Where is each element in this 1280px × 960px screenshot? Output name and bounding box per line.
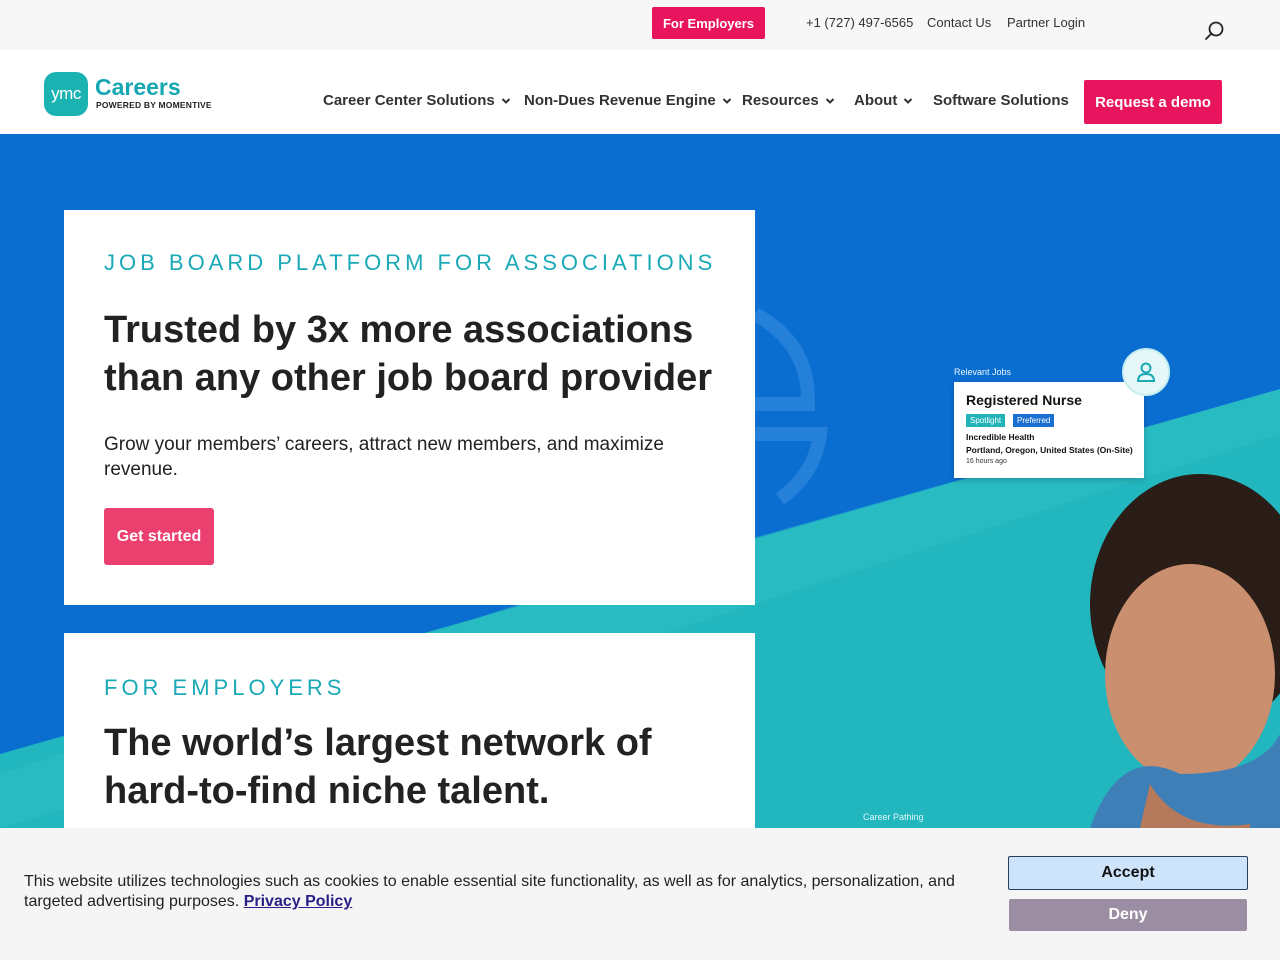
nav-label: About	[854, 92, 898, 109]
nav-career-center-solutions[interactable]: Career Center Solutions	[323, 92, 511, 109]
cookie-banner: This website utilizes technologies such …	[0, 828, 1280, 960]
accept-cookies-button[interactable]: Accept	[1008, 856, 1248, 890]
logo-tagline: POWERED BY MOMENTIVE	[96, 100, 212, 110]
card-eyebrow: JOB BOARD PLATFORM FOR ASSOCIATIONS	[104, 250, 717, 275]
job-tag-spotlight: Spotlight	[966, 414, 1006, 427]
chevron-down-icon	[825, 97, 834, 104]
career-pathing-label: Career Pathing	[863, 812, 924, 822]
nav-non-dues-revenue-engine[interactable]: Non-Dues Revenue Engine	[524, 92, 732, 109]
nav-label: Career Center Solutions	[323, 92, 495, 109]
job-title: Registered Nurse	[966, 392, 1082, 408]
chevron-down-icon	[501, 97, 510, 104]
job-company: Incredible Health	[966, 432, 1035, 442]
top-utility-bar: For Employers +1 (727) 497-6565 Contact …	[0, 0, 1280, 50]
job-posted-time: 16 hours ago	[966, 458, 1007, 465]
job-location: Portland, Oregon, United States (On-Site…	[966, 445, 1133, 455]
card-headline: Trusted by 3x more associations than any…	[104, 309, 713, 399]
hero-section: JOB BOARD PLATFORM FOR ASSOCIATIONS Trus…	[0, 134, 1280, 828]
request-demo-button[interactable]: Request a demo	[1084, 80, 1222, 124]
get-started-button[interactable]: Get started	[104, 508, 214, 565]
nav-label: Non-Dues Revenue Engine	[524, 92, 716, 109]
nav-label: Resources	[742, 92, 819, 109]
nav-software-solutions[interactable]: Software Solutions	[933, 92, 1069, 109]
card-headline: The world’s largest network of hard-to-f…	[104, 722, 652, 812]
nav-label: Software Solutions	[933, 92, 1069, 109]
contact-us-link[interactable]: Contact Us	[927, 15, 991, 30]
nav-resources[interactable]: Resources	[742, 92, 835, 109]
logo-badge[interactable]: ymc	[44, 72, 88, 116]
associations-card: JOB BOARD PLATFORM FOR ASSOCIATIONS Trus…	[64, 210, 755, 605]
cookie-message: This website utilizes technologies such …	[24, 872, 984, 912]
job-card: Registered Nurse Spotlight Preferred Inc…	[954, 382, 1144, 478]
card-eyebrow: FOR EMPLOYERS	[104, 675, 346, 700]
relevant-jobs-heading: Relevant Jobs	[954, 367, 1012, 377]
person-icon	[1136, 362, 1156, 382]
chevron-down-icon	[904, 97, 913, 104]
privacy-policy-link[interactable]: Privacy Policy	[244, 893, 353, 910]
card-subcopy: Grow your members’ careers, attract new …	[104, 434, 664, 480]
for-employers-button[interactable]: For Employers	[652, 7, 765, 39]
chevron-down-icon	[722, 97, 731, 104]
nav-about[interactable]: About	[854, 92, 913, 109]
phone-link[interactable]: +1 (727) 497-6565	[806, 15, 913, 30]
job-tag-preferred: Preferred	[1013, 414, 1055, 427]
logo-wordmark[interactable]: Careers	[95, 74, 181, 101]
main-header: ymc Careers POWERED BY MOMENTIVE Career …	[0, 50, 1280, 134]
search-icon[interactable]	[1204, 20, 1226, 42]
employers-card: FOR EMPLOYERS The world’s largest networ…	[64, 633, 755, 828]
deny-cookies-button[interactable]: Deny	[1009, 899, 1247, 931]
user-avatar-icon	[1122, 348, 1170, 396]
partner-login-link[interactable]: Partner Login	[1007, 15, 1085, 30]
cookie-text: This website utilizes technologies such …	[24, 873, 955, 910]
